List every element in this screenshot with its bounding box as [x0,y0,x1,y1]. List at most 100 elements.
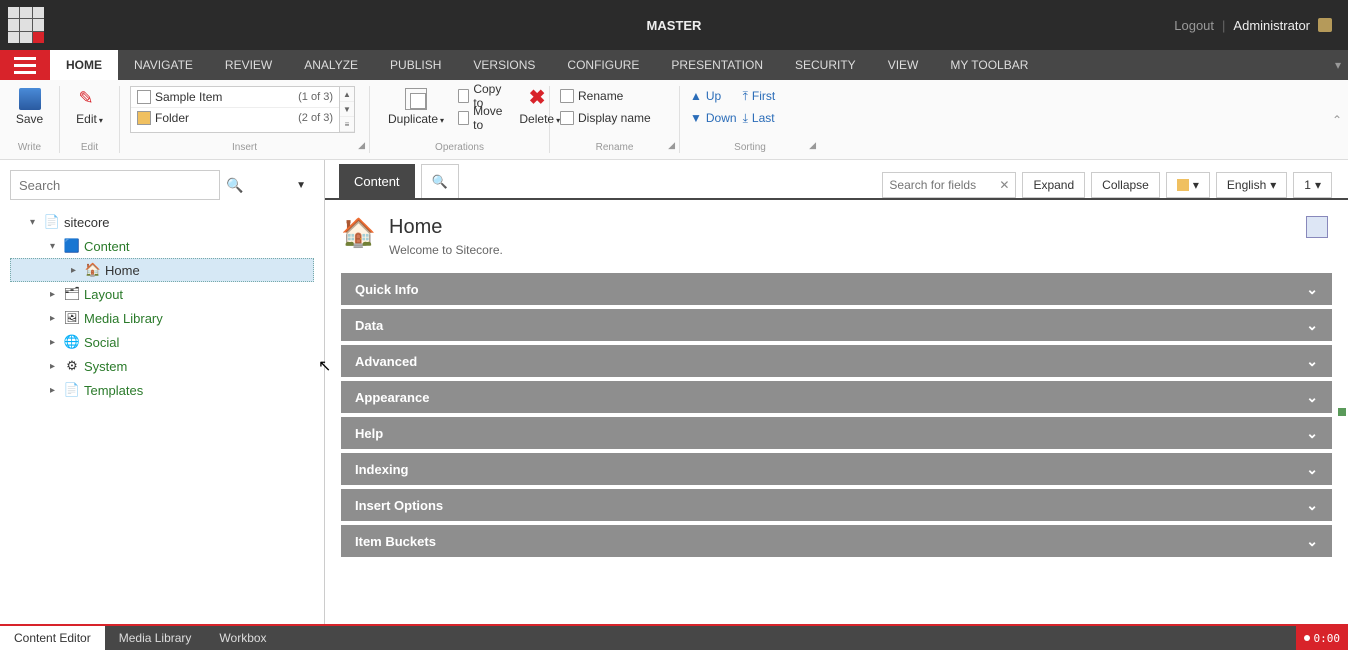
section-help[interactable]: Help⌄ [341,417,1332,449]
tree-node-media-library[interactable]: ▸🖼Media Library [10,306,314,330]
group-label-write: Write [18,142,41,153]
nav-tab-review[interactable]: REVIEW [209,50,288,80]
group-expand-icon[interactable]: ◢ [809,140,816,151]
insert-option[interactable]: Folder(2 of 3) [131,108,339,128]
insert-option[interactable]: Sample Item(1 of 3) [131,87,339,108]
expand-button[interactable]: Expand [1022,172,1085,198]
clear-search-icon[interactable]: ✕ [993,178,1015,192]
tree-panel: 🔍 ▼ ▾📄sitecore▾🟦Content▸🏠Home▸🗂Layout▸🖼M… [0,160,325,624]
version-button[interactable]: 1▾ [1293,172,1332,198]
search-icon: 🔍 [432,174,448,190]
tree-node-social[interactable]: ▸🌐Social [10,330,314,354]
nav-tab-my-toolbar[interactable]: MY TOOLBAR [934,50,1044,80]
save-button[interactable]: Save [10,86,49,128]
page-icon [137,90,151,104]
group-label-operations: Operations [435,142,484,153]
tree-node-layout[interactable]: ▸🗂Layout [10,282,314,306]
section-indexing[interactable]: Indexing⌄ [341,453,1332,485]
sort-first-button[interactable]: ⤒First [743,86,776,106]
view-icon [1177,179,1189,191]
duplicate-button[interactable]: Duplicate▾ [380,86,452,128]
tree-node-home[interactable]: ▸🏠Home [10,258,314,282]
section-appearance[interactable]: Appearance⌄ [341,381,1332,413]
tree-search-input[interactable] [10,170,220,200]
sort-last-button[interactable]: ⤓Last [743,108,776,128]
down-arrow-icon: ▼ [690,111,702,125]
group-expand-icon[interactable]: ◢ [358,140,365,151]
insert-options-list[interactable]: Sample Item(1 of 3)Folder(2 of 3) [130,86,340,133]
nav-tab-publish[interactable]: PUBLISH [374,50,457,80]
search-icon[interactable]: 🔍 [226,177,243,194]
bottom-tab-media-library[interactable]: Media Library [105,626,206,650]
nav-tab-analyze[interactable]: ANALYZE [288,50,374,80]
item-title: Home [389,216,503,239]
field-search-input[interactable] [883,173,993,197]
chevron-down-icon: ⌄ [1306,533,1318,550]
up-arrow-icon: ▲ [690,89,702,103]
sort-down-button[interactable]: ▼Down [690,108,737,128]
nav-tab-security[interactable]: SECURITY [779,50,872,80]
profile-badge-icon[interactable] [1306,216,1328,238]
database-title: MASTER [647,18,702,33]
nav-overflow-caret[interactable]: ▾ [1328,50,1348,80]
nav-tab-view[interactable]: VIEW [872,50,935,80]
recording-timer: 0:00 [1296,626,1348,650]
tree-node-templates[interactable]: ▸📄Templates [10,378,314,402]
bottom-tab-workbox[interactable]: Workbox [205,626,280,650]
tree-node-sitecore[interactable]: ▾📄sitecore [10,210,314,234]
tab-content[interactable]: Content [339,164,415,198]
separator: | [1222,18,1225,33]
group-label-rename: Rename [596,142,634,153]
copy-to-button[interactable]: Copy to [458,86,505,106]
group-label-sorting: Sorting [734,142,766,153]
delete-icon: ✖ [529,88,551,110]
section-data[interactable]: Data⌄ [341,309,1332,341]
nav-tab-home[interactable]: HOME [50,50,118,80]
chevron-down-icon: ⌄ [1306,425,1318,442]
nav-tab-configure[interactable]: CONFIGURE [551,50,655,80]
nav-tab-presentation[interactable]: PRESENTATION [655,50,779,80]
insert-scroll-arrows[interactable]: ▲▼≡ [340,86,355,133]
tree-node-system[interactable]: ▸⚙System [10,354,314,378]
bottom-bar: Content EditorMedia LibraryWorkbox 0:00 [0,624,1348,650]
hamburger-menu[interactable] [0,50,50,80]
folder-icon [137,111,151,125]
section-insert-options[interactable]: Insert Options⌄ [341,489,1332,521]
rename-button[interactable]: Rename [560,86,669,106]
nav-tab-navigate[interactable]: NAVIGATE [118,50,209,80]
view-options-button[interactable]: ▾ [1166,172,1210,198]
user-avatar-icon[interactable] [1318,18,1332,32]
group-expand-icon[interactable]: ◢ [668,140,675,151]
section-advanced[interactable]: Advanced⌄ [341,345,1332,377]
group-label-insert: Insert [232,142,257,153]
tab-search[interactable]: 🔍 [421,164,459,198]
section-item-buckets[interactable]: Item Buckets⌄ [341,525,1332,557]
bottom-tab-content-editor[interactable]: Content Editor [0,626,105,650]
chevron-down-icon: ⌄ [1306,461,1318,478]
logout-link[interactable]: Logout [1174,18,1214,33]
rename-icon [560,89,574,103]
section-quick-info[interactable]: Quick Info⌄ [341,273,1332,305]
item-header: Home Welcome to Sitecore. [341,216,1332,257]
display-name-button[interactable]: Display name [560,108,669,128]
editor-panel: Content 🔍 ✕ Expand Collapse ▾ English▾ 1… [325,160,1348,624]
edit-icon [79,88,101,110]
edit-button[interactable]: Edit▾ [70,86,109,128]
sort-up-button[interactable]: ▲Up [690,86,737,106]
search-options-caret[interactable]: ▼ [296,180,306,191]
language-button[interactable]: English▾ [1216,172,1287,198]
chevron-down-icon: ⌄ [1306,497,1318,514]
chevron-down-icon: ⌄ [1306,389,1318,406]
page-icon [458,111,469,125]
first-icon: ⤒ [743,89,748,104]
move-to-button[interactable]: Move to [458,108,505,128]
user-name[interactable]: Administrator [1233,18,1310,33]
ribbon-collapse-caret[interactable]: ⌃ [1332,113,1342,127]
ribbon-toolbar: Save Write Edit▾ Edit Sample Item(1 of 3… [0,80,1348,160]
chevron-down-icon: ⌄ [1306,281,1318,298]
app-logo[interactable] [8,7,44,43]
nav-tab-versions[interactable]: VERSIONS [457,50,551,80]
collapse-button[interactable]: Collapse [1091,172,1160,198]
last-icon: ⤓ [743,111,748,126]
tree-node-content[interactable]: ▾🟦Content [10,234,314,258]
